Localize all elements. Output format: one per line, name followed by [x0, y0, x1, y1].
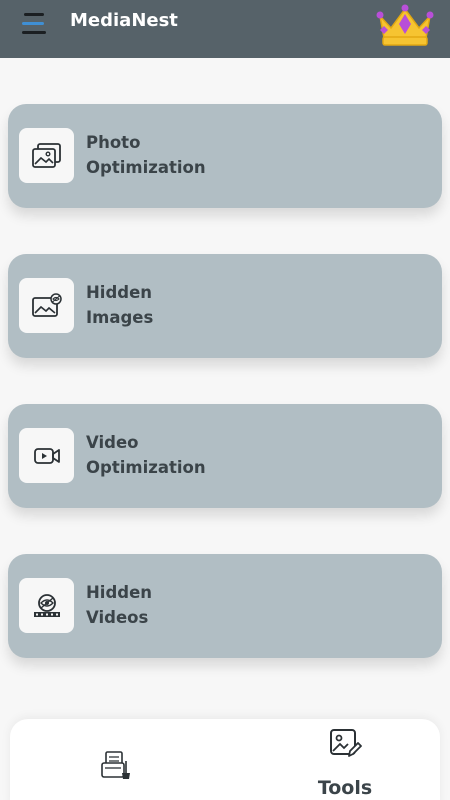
nav-item-files[interactable] [98, 749, 138, 789]
card-icon-box [19, 578, 74, 633]
card-label: Hidden Videos [86, 583, 153, 627]
image-edit-icon [330, 729, 362, 757]
crown-icon[interactable] [374, 2, 436, 48]
bottom-navigation: Tools [10, 719, 440, 800]
video-camera-icon [33, 447, 60, 464]
photo-gallery-icon [31, 142, 61, 168]
nav-item-tools[interactable]: Tools [290, 727, 400, 800]
card-icon-box [19, 428, 74, 483]
files-cleaner-icon [101, 751, 130, 779]
card-label: Video Optimization [86, 433, 206, 477]
card-hidden-videos[interactable]: Hidden Videos [8, 554, 442, 658]
card-video-optimization[interactable]: Video Optimization [8, 404, 442, 508]
card-icon-box [19, 128, 74, 183]
card-icon-box [19, 278, 74, 333]
card-photo-optimization[interactable]: Photo Optimization [8, 104, 442, 208]
card-label: Photo Optimization [86, 133, 206, 177]
card-label: Hidden Images [86, 283, 154, 327]
hamburger-menu-icon[interactable] [22, 13, 48, 37]
app-title: MediaNest [70, 10, 178, 31]
app-bar: MediaNest [0, 0, 450, 58]
card-hidden-images[interactable]: Hidden Images [8, 254, 442, 358]
hidden-video-icon [33, 593, 60, 617]
tools-list: Photo Optimization Hidden Images Video O… [0, 58, 450, 718]
hidden-image-icon [31, 292, 62, 317]
nav-label-tools: Tools [317, 777, 373, 799]
